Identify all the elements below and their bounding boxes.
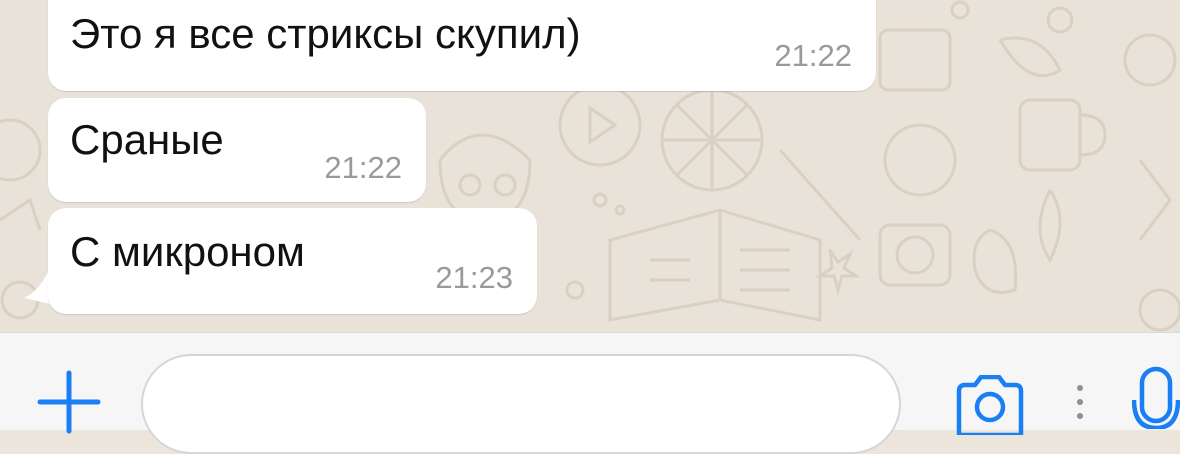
message-text: С микроном xyxy=(70,228,305,275)
more-dots-icon[interactable] xyxy=(1072,382,1088,422)
message-bubble[interactable]: Это я все стриксы скупил) 21:22 xyxy=(48,0,876,91)
message-text: Сраные xyxy=(70,116,224,163)
plus-icon[interactable] xyxy=(36,369,102,435)
message-timestamp: 21:23 xyxy=(435,260,513,295)
chat-area: Это я все стриксы скупил) 21:22 Сраные 2… xyxy=(0,0,1180,332)
message-bubble[interactable]: Сраные 21:22 xyxy=(48,98,426,202)
message-timestamp: 21:22 xyxy=(324,150,402,185)
message-bubble[interactable]: С микроном 21:23 xyxy=(48,208,537,314)
microphone-icon[interactable] xyxy=(1132,366,1180,429)
camera-icon[interactable] xyxy=(953,375,1027,435)
message-text: Это я все стриксы скупил) xyxy=(70,10,581,57)
message-timestamp: 21:22 xyxy=(774,38,852,73)
message-input[interactable] xyxy=(141,354,901,454)
